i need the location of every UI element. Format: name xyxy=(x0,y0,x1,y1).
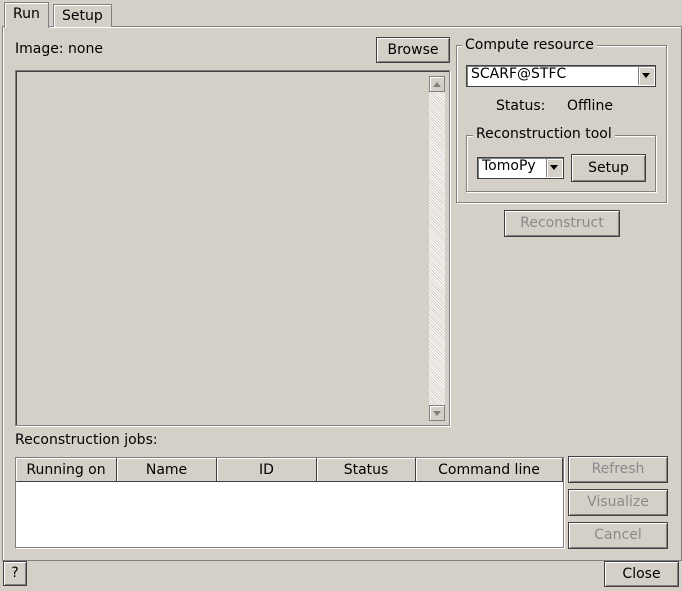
scroll-up-button[interactable] xyxy=(429,76,445,92)
arrow-down-icon xyxy=(433,411,441,416)
dropdown-button[interactable] xyxy=(638,67,654,85)
jobs-table[interactable]: Running on Name ID Status Command line xyxy=(15,457,564,548)
compute-resource-value: SCARF@STFC xyxy=(471,66,567,82)
arrow-up-icon xyxy=(433,82,441,87)
image-value: none xyxy=(68,41,103,57)
column-header-command-line[interactable]: Command line xyxy=(416,458,563,482)
chevron-down-icon xyxy=(642,73,650,78)
browse-button[interactable]: Browse xyxy=(376,37,450,63)
scroll-down-button[interactable] xyxy=(429,405,445,421)
dropdown-button[interactable] xyxy=(546,159,562,177)
reconstruction-tool-value: TomoPy xyxy=(482,158,536,174)
reconstruction-tool-select[interactable]: TomoPy xyxy=(477,157,564,179)
column-header-status[interactable]: Status xyxy=(317,458,416,482)
compute-resource-title: Compute resource xyxy=(462,37,597,53)
reconstruct-button[interactable]: Reconstruct xyxy=(504,210,620,237)
visualize-button[interactable]: Visualize xyxy=(568,489,668,516)
tab-setup[interactable]: Setup xyxy=(53,4,112,27)
compute-resource-select[interactable]: SCARF@STFC xyxy=(466,65,656,87)
image-preview xyxy=(15,70,450,426)
column-header-running-on[interactable]: Running on xyxy=(16,458,117,482)
tab-run[interactable]: Run xyxy=(4,2,49,28)
column-header-name[interactable]: Name xyxy=(117,458,217,482)
tool-setup-button[interactable]: Setup xyxy=(571,154,646,182)
help-button[interactable]: ? xyxy=(3,561,27,586)
column-header-id[interactable]: ID xyxy=(217,458,317,482)
cancel-button[interactable]: Cancel xyxy=(568,522,668,549)
status-value: Offline xyxy=(567,98,613,114)
jobs-label: Reconstruction jobs: xyxy=(15,432,158,448)
image-label: Image: none xyxy=(15,41,103,57)
status-label: Status: xyxy=(496,98,546,114)
refresh-button[interactable]: Refresh xyxy=(568,456,668,483)
chevron-down-icon xyxy=(550,165,558,170)
reconstruction-tool-title: Reconstruction tool xyxy=(473,126,615,142)
close-button[interactable]: Close xyxy=(604,561,679,587)
preview-scrollbar[interactable] xyxy=(429,76,445,421)
